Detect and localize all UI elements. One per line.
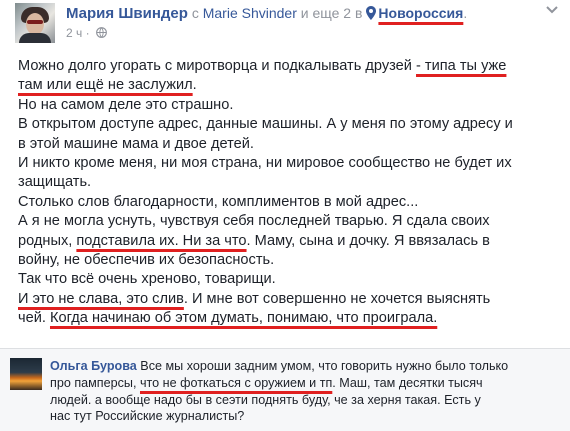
post-meta: 2 ч ·	[66, 25, 107, 41]
post-header: Мария Швиндер с Marie Shvinder и еще 2 в…	[0, 0, 570, 52]
text-segment: Но на самом деле это страшно.	[18, 96, 234, 113]
post-line: Но на самом деле это страшно.	[18, 96, 563, 115]
comment-item: Ольга Бурова Все мы хороши задним умом, …	[0, 348, 570, 431]
post-line: родных, подставила их. Ни за что. Маму, …	[18, 232, 563, 251]
text-segment: войну, не обеспечив их безопасность.	[18, 251, 275, 268]
with-word: с	[191, 5, 199, 21]
highlighted-phrase: И это не слава, это слив	[18, 290, 184, 307]
post-line: Можно долго угорать с миротворца и подка…	[18, 57, 563, 76]
post-line: В открытом доступе адрес, данные машины.…	[18, 115, 563, 134]
comment-text: Ольга Бурова Все мы хороши задним умом, …	[50, 358, 562, 425]
post-line: защищать.	[18, 173, 563, 192]
text-segment: Так что всё очень хреново, товарищи.	[18, 271, 276, 288]
comment-line: нас тут Российские журналисты?	[50, 408, 562, 425]
post-line: И это не слава, это слив. И мне вот сове…	[18, 290, 563, 309]
post-line: Так что всё очень хреново, товарищи.	[18, 270, 563, 289]
text-segment: В открытом доступе адрес, данные машины.…	[18, 116, 513, 133]
post-header-line: Мария Швиндер с Marie Shvinder и еще 2 в…	[66, 2, 467, 24]
highlighted-phrase: что не фоткаться с оружием и тп	[139, 375, 333, 390]
text-segment: нас тут Российские журналисты?	[50, 409, 245, 424]
highlighted-phrase: Когда начинаю об этом думать, понимаю, ч…	[49, 310, 438, 327]
location-link[interactable]: Новороссия	[378, 5, 463, 21]
post-text: Можно долго угорать с миротворца и подка…	[18, 57, 563, 328]
text-segment: людей. а вообще надо бы в сеэти поднять …	[50, 392, 481, 407]
text-segment: родных,	[18, 232, 77, 249]
post-time[interactable]: 2 ч	[66, 26, 82, 40]
location-suffix: .	[463, 5, 468, 21]
text-segment: про памперсы,	[50, 375, 140, 390]
text-segment: в этой машине мама и двое детей.	[18, 135, 254, 152]
post-line: А я не могла уснуть, чувствуя себя после…	[18, 212, 563, 231]
post-line: чей. Когда начинаю об этом думать, поним…	[18, 309, 563, 328]
post-line: Столько слов благодарности, комплиментов…	[18, 193, 563, 212]
text-segment: чей.	[18, 310, 50, 327]
commenter-avatar[interactable]	[10, 358, 42, 390]
text-segment: Можно долго угорать с миротворца и подка…	[18, 58, 417, 74]
text-segment: . Маму, сына и дочку. Я ввязалась в	[246, 232, 490, 249]
highlighted-phrase: там или ещё не заслужил	[18, 77, 193, 94]
text-segment: защищать.	[18, 174, 92, 191]
text-segment: Столько слов благодарности, комплиментов…	[18, 193, 419, 210]
tagged-person[interactable]: Marie Shvinder	[203, 5, 297, 21]
others-link[interactable]: и еще 2	[301, 5, 351, 21]
commenter-name[interactable]: Ольга Бурова	[50, 359, 137, 373]
author-name[interactable]: Мария Швиндер	[66, 5, 188, 22]
comment-line: людей. а вообще надо бы в сеэти поднять …	[50, 392, 562, 409]
chevron-down-icon[interactable]	[546, 6, 558, 14]
author-avatar[interactable]	[15, 3, 55, 43]
post-line: войну, не обеспечив их безопасность.	[18, 251, 563, 270]
text-segment: . И мне вот совершенно не хочется выясня…	[183, 290, 491, 307]
in-word: в	[354, 5, 363, 21]
text-segment: . Маш, там десятки тысяч	[332, 375, 483, 390]
text-segment: .	[192, 77, 197, 94]
post-line: И никто кроме меня, ни моя страна, ни ми…	[18, 154, 563, 173]
post-line: в этой машине мама и двое детей.	[18, 135, 563, 154]
highlighted-phrase: - типа ты уже	[416, 58, 507, 74]
post-line: там или ещё не заслужил.	[18, 76, 563, 95]
highlighted-phrase: подставила их. Ни за что	[76, 232, 247, 249]
text-segment: А я не могла уснуть, чувствуя себя после…	[18, 213, 490, 230]
text-segment: Все мы хороши задним умом, что говорить …	[136, 359, 509, 373]
text-segment: И никто кроме меня, ни моя страна, ни ми…	[18, 154, 512, 171]
comment-line: Ольга Бурова Все мы хороши задним умом, …	[50, 358, 562, 375]
globe-icon	[96, 27, 107, 38]
meta-separator: ·	[82, 26, 93, 40]
location-pin-icon	[366, 6, 377, 20]
comment-line: про памперсы, что не фоткаться с оружием…	[50, 375, 562, 392]
